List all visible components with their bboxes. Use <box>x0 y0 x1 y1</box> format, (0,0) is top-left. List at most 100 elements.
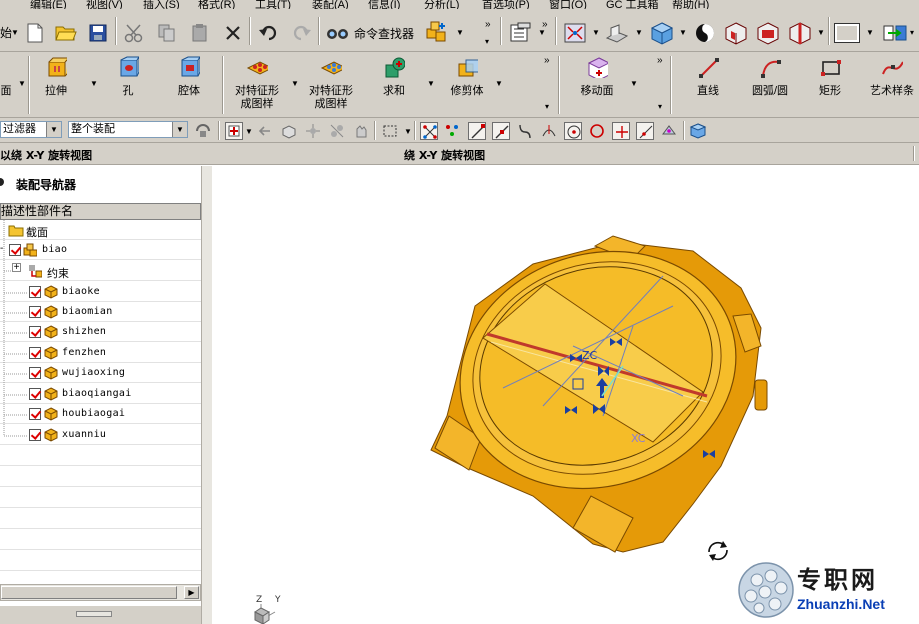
color-swatch-button[interactable] <box>834 23 860 43</box>
navigator-icon[interactable] <box>882 22 908 48</box>
redo-icon[interactable] <box>290 24 312 50</box>
pattern-feature-button-2[interactable]: 对特征形 成图样 <box>302 56 360 111</box>
assembly-cubes-icon[interactable] <box>424 21 450 47</box>
menu-analysis[interactable]: 分析(L) <box>424 0 459 9</box>
feature-overflow-icon[interactable]: » <box>544 55 550 66</box>
tree-row-section[interactable]: 截面 <box>0 220 201 240</box>
sync-options-icon[interactable]: ▾ <box>658 102 662 111</box>
part-visibility-checkbox[interactable] <box>29 388 41 400</box>
select-component-icon[interactable] <box>304 122 322 140</box>
snap-arc-center-icon[interactable] <box>564 122 582 140</box>
orient-dropdown-icon[interactable]: ▼ <box>679 28 687 37</box>
assembly-filter-icon[interactable] <box>194 122 212 140</box>
fit-view-icon[interactable] <box>564 23 586 49</box>
cube-dropdown-icon[interactable]: ▼ <box>817 28 825 37</box>
part-visibility-checkbox[interactable] <box>29 347 41 359</box>
snap-on-icon[interactable] <box>420 122 438 140</box>
rectangle-button[interactable]: 矩形 <box>812 56 848 98</box>
menu-information[interactable]: 信息(I) <box>368 0 400 9</box>
trim-dropdown-icon[interactable]: ▼ <box>495 79 503 88</box>
tree-row-constraints[interactable]: + 约束 <box>0 261 201 281</box>
snap-intersection-icon[interactable] <box>540 122 558 140</box>
toolbar-options-icon[interactable]: ▾ <box>485 37 489 46</box>
toolbar-overflow-icon-2[interactable]: » <box>542 19 548 30</box>
tree-row-part[interactable]: biaoke <box>0 282 201 302</box>
navigator-dropdown-icon[interactable]: ▾ <box>910 28 914 37</box>
cube-select-icon[interactable] <box>689 122 707 140</box>
extrude-dropdown-icon[interactable]: ▼ <box>90 79 98 88</box>
tree-row-part[interactable]: biaomian <box>0 302 201 322</box>
copy-icon[interactable] <box>157 23 177 49</box>
tree-row-part[interactable]: wujiaoxing <box>0 363 201 383</box>
part-visibility-checkbox[interactable] <box>29 408 41 420</box>
delete-icon[interactable] <box>224 24 242 50</box>
part-visibility-checkbox[interactable] <box>29 326 41 338</box>
rectangle-select-dropdown-icon[interactable]: ▼ <box>404 127 412 136</box>
menu-view[interactable]: 视图(V) <box>86 0 123 9</box>
red-cube-icon[interactable] <box>724 22 748 48</box>
arc-circle-button[interactable]: 圆弧/圆 <box>742 56 798 98</box>
toolbar-overflow-icon[interactable]: » <box>485 19 491 30</box>
command-finder-button[interactable]: 命令查找器 <box>354 25 414 42</box>
unite-button[interactable]: 求和 <box>376 56 412 98</box>
select-feature-icon[interactable] <box>328 122 346 140</box>
expand-bullet-icon[interactable] <box>0 177 5 187</box>
snap-existing-point-icon[interactable] <box>612 122 630 140</box>
new-file-icon[interactable] <box>26 23 44 49</box>
hole-button[interactable]: 孔 <box>110 56 146 98</box>
menu-window[interactable]: 窗口(O) <box>549 0 587 9</box>
tree-row-part[interactable]: shizhen <box>0 322 201 342</box>
pattern-dropdown-icon[interactable]: ▼ <box>291 79 299 88</box>
menu-edit[interactable]: 编辑(E) <box>30 0 67 9</box>
menu-format[interactable]: 格式(R) <box>198 0 235 9</box>
part-visibility-checkbox[interactable] <box>29 367 41 379</box>
color-dropdown-icon[interactable]: ▼ <box>866 28 874 37</box>
trim-body-button[interactable]: 修剪体 <box>444 56 490 98</box>
tree-row-part[interactable]: biaoqiangai <box>0 384 201 404</box>
selection-scope-combo[interactable]: 整个装配 ▼ <box>68 121 188 138</box>
scroll-right-icon[interactable]: ▶ <box>184 586 199 599</box>
snap-point-on-curve-icon[interactable] <box>636 122 654 140</box>
menu-tools[interactable]: 工具(T) <box>255 0 291 9</box>
feature-options-icon[interactable]: ▾ <box>545 102 549 111</box>
sync-overflow-icon[interactable]: » <box>657 55 663 66</box>
open-folder-icon[interactable] <box>55 23 77 49</box>
snap-curve-icon[interactable] <box>516 122 534 140</box>
snap-endpoint-icon[interactable] <box>468 122 486 140</box>
snap-point-icon[interactable] <box>225 122 243 140</box>
tree-row-part[interactable]: xuanniu <box>0 425 201 445</box>
type-filter-combo[interactable]: 过滤器 ▼ <box>0 121 62 138</box>
scrollbar-thumb[interactable] <box>1 586 177 599</box>
save-icon[interactable] <box>89 24 107 50</box>
snap-control-point-icon[interactable] <box>443 122 461 140</box>
section-cube-icon[interactable] <box>756 22 780 48</box>
render-style-icon[interactable] <box>605 22 629 48</box>
rectangle-select-icon[interactable] <box>381 122 399 140</box>
navigator-splitter[interactable] <box>201 166 212 624</box>
snap-midpoint-icon[interactable] <box>492 122 510 140</box>
layer-settings-icon[interactable] <box>509 22 533 48</box>
menu-preferences[interactable]: 首选项(P) <box>482 0 530 9</box>
column-header[interactable]: 描述性部件名 <box>0 203 201 220</box>
part-visibility-checkbox[interactable] <box>29 306 41 318</box>
orient-view-icon[interactable] <box>650 22 674 48</box>
tree-row-part[interactable]: houbiaogai <box>0 404 201 424</box>
line-button[interactable]: 直线 <box>690 56 726 98</box>
face-dropdown-icon[interactable]: ▼ <box>18 79 26 88</box>
shaded-sphere-icon[interactable] <box>694 22 716 48</box>
move-face-button[interactable]: 移动面 <box>572 56 622 98</box>
face-button-clipped[interactable]: 面 <box>0 85 12 98</box>
snap-dropdown-icon[interactable]: ▼ <box>245 127 253 136</box>
cut-icon[interactable] <box>124 23 144 49</box>
part-visibility-checkbox[interactable] <box>29 429 41 441</box>
select-hand-icon[interactable] <box>352 122 370 140</box>
clip-cube-icon[interactable] <box>788 22 812 48</box>
fit-dropdown-icon[interactable]: ▼ <box>592 28 600 37</box>
part-visibility-checkbox[interactable] <box>29 286 41 298</box>
tree-row-part[interactable]: fenzhen <box>0 343 201 363</box>
assembly-dropdown-icon[interactable]: ▼ <box>456 28 464 37</box>
extrude-button[interactable]: 拉伸 <box>36 56 76 98</box>
menu-help[interactable]: 帮助(H) <box>672 0 709 9</box>
studio-spline-button[interactable]: 艺术样条 <box>864 56 919 98</box>
pocket-button[interactable]: 腔体 <box>168 56 210 98</box>
